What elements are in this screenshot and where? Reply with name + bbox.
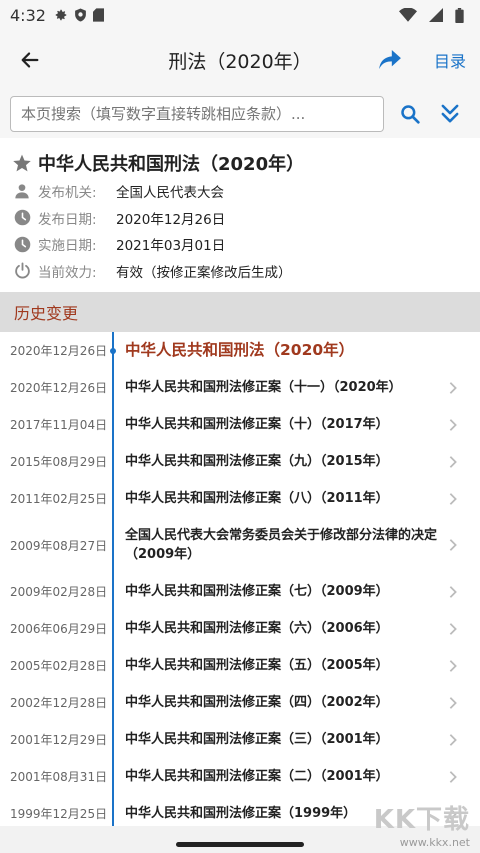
chevron-right-icon [438, 538, 468, 552]
clock-icon [12, 209, 32, 226]
chevron-right-icon [438, 622, 468, 636]
share-arrow-icon [379, 50, 401, 70]
sd-card-icon [92, 8, 104, 22]
history-item[interactable]: 2001年12月29日 中华人民共和国刑法修正案（三）（2001年） [0, 721, 480, 758]
search-row [0, 90, 480, 138]
chevron-right-icon [438, 770, 468, 784]
toc-button[interactable]: 目录 [434, 48, 466, 72]
battery-icon [455, 7, 464, 23]
search-button[interactable] [390, 94, 430, 134]
watermark-logo: KK下载 [373, 805, 470, 835]
wifi-icon [399, 8, 417, 22]
chevron-right-icon [438, 418, 468, 432]
share-button[interactable] [374, 44, 406, 76]
person-icon [12, 183, 32, 199]
shield-icon [74, 8, 87, 22]
back-button[interactable] [0, 30, 60, 90]
double-chevron-down-icon [441, 104, 459, 123]
search-icon [401, 105, 420, 124]
history-item[interactable]: 2020年12月26日 中华人民共和国刑法修正案（十一）（2020年） [0, 369, 480, 406]
timeline-dot [110, 347, 116, 354]
watermark: KK下载 www.kkx.net [374, 799, 470, 849]
history-timeline: 2020年12月26日 中华人民共和国刑法（2020年） 2020年12月26日… [0, 332, 480, 826]
meta-issuer: 发布机关: 全国人民代表大会 [12, 178, 468, 205]
history-item[interactable]: 2017年11月04日 中华人民共和国刑法修正案（十）（2017年） [0, 406, 480, 443]
history-item[interactable]: 2015年08月29日 中华人民共和国刑法修正案（九）（2015年） [0, 443, 480, 480]
clock-icon [12, 236, 32, 253]
law-title: 中华人民共和国刑法（2020年） [38, 154, 305, 175]
signal-icon [429, 8, 443, 22]
meta-publish-date: 发布日期: 2020年12月26日 [12, 205, 468, 232]
gesture-nav-bar[interactable] [176, 842, 304, 847]
status-bar: 4:32 [0, 0, 480, 30]
star-icon[interactable] [12, 153, 32, 173]
history-item[interactable]: 2009年08月27日 全国人民代表大会常务委员会关于修改部分法律的决定（200… [0, 517, 480, 573]
chevron-right-icon [438, 696, 468, 710]
law-title-row: 中华人民共和国刑法（2020年） [12, 148, 468, 178]
history-item[interactable]: 2005年02月28日 中华人民共和国刑法修正案（五）（2005年） [0, 647, 480, 684]
search-input[interactable] [10, 96, 385, 132]
history-item[interactable]: 2006年06月29日 中华人民共和国刑法修正案（六）（2006年） [0, 610, 480, 647]
power-icon [12, 262, 32, 279]
gear-icon [54, 8, 68, 22]
page-title: 刑法（2020年） [168, 50, 312, 73]
arrow-left-icon [21, 52, 39, 68]
chevron-right-icon [438, 733, 468, 747]
history-item-current[interactable]: 2020年12月26日 中华人民共和国刑法（2020年） [0, 332, 480, 369]
meta-validity: 当前效力: 有效（按修正案修改后生成） [12, 258, 468, 285]
chevron-right-icon [438, 585, 468, 599]
law-info: 中华人民共和国刑法（2020年） 发布机关: 全国人民代表大会 发布日期: 20… [0, 138, 480, 292]
watermark-url: www.kkx.net [399, 836, 470, 849]
chevron-right-icon [438, 381, 468, 395]
history-item[interactable]: 2009年02月28日 中华人民共和国刑法修正案（七）（2009年） [0, 573, 480, 610]
chevron-right-icon [438, 659, 468, 673]
history-header: 历史变更 [0, 292, 480, 332]
chevron-right-icon [438, 492, 468, 506]
meta-effective-date: 实施日期: 2021年03月01日 [12, 231, 468, 258]
status-time: 4:32 [10, 5, 46, 25]
chevron-right-icon [438, 455, 468, 469]
history-item[interactable]: 2002年12月28日 中华人民共和国刑法修正案（四）（2002年） [0, 684, 480, 721]
expand-all-button[interactable] [430, 94, 470, 134]
app-bar: 刑法（2020年） 目录 [0, 30, 480, 90]
history-item[interactable]: 2001年08月31日 中华人民共和国刑法修正案（二）（2001年） [0, 758, 480, 795]
history-item[interactable]: 2011年02月25日 中华人民共和国刑法修正案（八）（2011年） [0, 480, 480, 517]
